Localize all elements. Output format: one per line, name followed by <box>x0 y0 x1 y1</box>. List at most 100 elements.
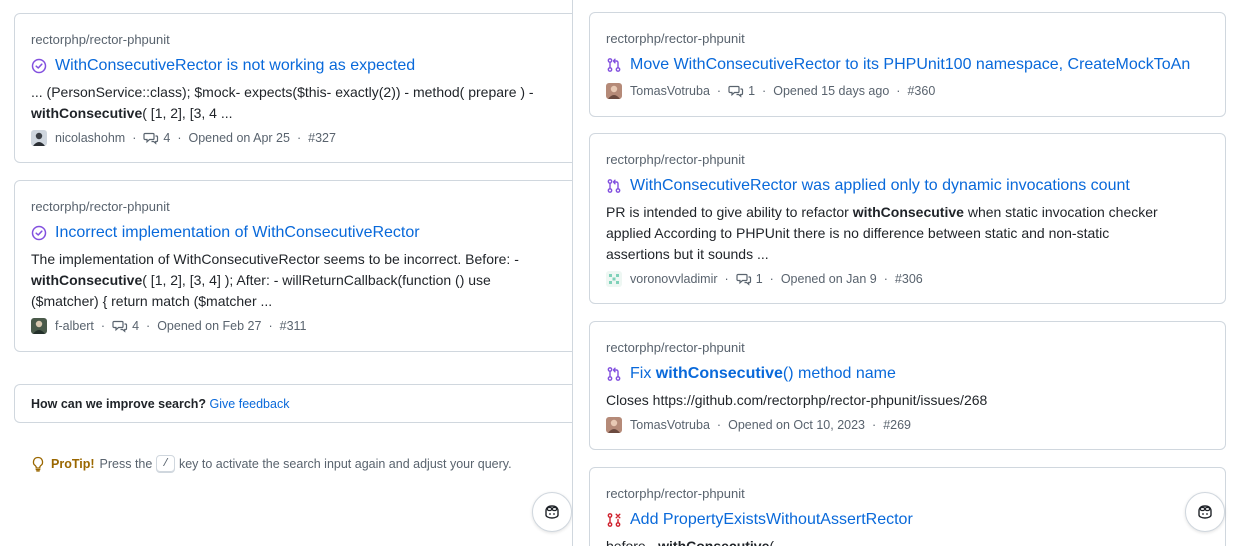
snippet-text: ( [1, 2], [3, 4 ... <box>142 105 233 121</box>
comments-number: 4 <box>163 131 171 145</box>
comments-number: 1 <box>755 272 763 286</box>
copilot-icon <box>545 505 559 519</box>
separator: · <box>872 418 877 432</box>
snippet-text: ... (PersonService::class); $mock- expec… <box>31 84 534 100</box>
issue-number: #327 <box>308 131 336 145</box>
snippet-line: withConsecutive( [1, 2], [3, 4 ... <box>31 103 567 124</box>
result-title-link[interactable]: Incorrect implementation of WithConsecut… <box>55 222 420 244</box>
snippet-text: The implementation of WithConsecutiveRec… <box>31 251 519 267</box>
slash-key: / <box>156 455 175 473</box>
issue-number: #311 <box>279 319 307 333</box>
search-result-card: rectorphp/rector-phpunit Add PropertyExi… <box>589 467 1226 546</box>
comments-number: 4 <box>132 319 140 333</box>
snippet-text: ( [1, 2], [3, 4] ); After: - willReturnC… <box>142 272 491 288</box>
opened-date: Opened on Jan 9 <box>780 272 877 286</box>
snippet-highlight: withConsecutive <box>658 538 770 546</box>
pr-number: #269 <box>883 418 911 432</box>
separator: · <box>762 84 767 98</box>
copilot-button[interactable] <box>532 492 572 532</box>
snippet-text: ($matcher) { return match ($matcher ... <box>31 293 273 309</box>
right-results-pane: rectorphp/rector-phpunit Move WithConsec… <box>572 0 1240 546</box>
title-text: Move WithConsecutiveRector to its PHPUni… <box>630 56 1191 73</box>
separator: · <box>724 272 729 286</box>
result-title-link[interactable]: Move WithConsecutiveRector to its PHPUni… <box>630 54 1190 76</box>
left-results-pane: rectorphp/rector-phpunit WithConsecutive… <box>0 0 572 546</box>
title-text: Add PropertyExistsWithoutAssertRector <box>630 511 913 528</box>
issue-closed-icon <box>31 225 47 241</box>
copilot-icon <box>1198 505 1212 519</box>
comment-icon <box>728 85 744 98</box>
separator: · <box>100 319 106 333</box>
search-feedback-box: How can we improve search? Give feedback <box>14 384 572 423</box>
avatar[interactable] <box>31 130 47 146</box>
pull-request-icon <box>607 58 621 72</box>
search-result-card: rectorphp/rector-phpunit Fix withConsecu… <box>589 321 1226 450</box>
result-meta: TomasVotruba · Opened on Oct 10, 2023 · … <box>606 417 1209 433</box>
avatar[interactable] <box>606 83 622 99</box>
issue-closed-icon <box>31 58 47 74</box>
snippet-highlight: withConsecutive <box>31 272 143 288</box>
result-snippet: Closes https://github.com/rectorphp/rect… <box>606 390 1209 411</box>
repo-name[interactable]: rectorphp/rector-phpunit <box>606 339 1209 356</box>
comments-count[interactable]: 1 <box>736 271 763 287</box>
search-result-card: rectorphp/rector-phpunit WithConsecutive… <box>589 133 1226 304</box>
light-bulb-icon <box>32 456 44 472</box>
avatar[interactable] <box>606 417 622 433</box>
separator: · <box>896 84 901 98</box>
result-title-link[interactable]: WithConsecutiveRector is not working as … <box>55 55 415 77</box>
snippet-line: applied According to PHPUnit there is no… <box>606 223 1209 244</box>
comments-count[interactable]: 4 <box>112 318 139 334</box>
separator: · <box>132 131 137 145</box>
avatar[interactable] <box>606 271 622 287</box>
author-link[interactable]: nicolashohm <box>55 131 125 145</box>
result-snippet: The implementation of WithConsecutiveRec… <box>31 249 567 312</box>
comments-count[interactable]: 4 <box>143 130 170 146</box>
snippet-line: Closes https://github.com/rectorphp/rect… <box>606 390 1209 411</box>
protip-text-before: Press the <box>99 457 153 471</box>
repo-name[interactable]: rectorphp/rector-phpunit <box>31 198 567 215</box>
result-title-link[interactable]: Add PropertyExistsWithoutAssertRector <box>630 509 913 531</box>
snippet-text: PR is intended to give ability to refact… <box>606 204 853 220</box>
repo-name[interactable]: rectorphp/rector-phpunit <box>606 30 1209 47</box>
copilot-button[interactable] <box>1185 492 1225 532</box>
search-result-card: rectorphp/rector-phpunit Move WithConsec… <box>589 12 1226 117</box>
snippet-text: ( <box>769 538 775 546</box>
pull-request-closed-icon <box>607 513 621 527</box>
protip-label: ProTip! <box>51 457 95 471</box>
snippet-line: ($matcher) { return match ($matcher ... <box>31 291 567 312</box>
author-link[interactable]: voronovvladimir <box>630 272 718 286</box>
snippet-line: before - withConsecutive( <box>606 536 1209 546</box>
title-text: () method name <box>782 365 896 382</box>
opened-date: Opened on Oct 10, 2023 <box>728 418 866 432</box>
comments-count[interactable]: 1 <box>728 83 755 99</box>
opened-date: Opened 15 days ago <box>773 84 890 98</box>
title-text: Fix <box>630 365 656 382</box>
repo-name[interactable]: rectorphp/rector-phpunit <box>606 485 1209 502</box>
snippet-text: before - <box>606 538 659 546</box>
separator: · <box>883 272 888 286</box>
repo-name[interactable]: rectorphp/rector-phpunit <box>31 31 567 48</box>
avatar[interactable] <box>31 318 47 334</box>
opened-date: Opened on Feb 27 <box>157 319 262 333</box>
pull-request-icon <box>607 367 621 381</box>
pr-number: #360 <box>907 84 936 98</box>
author-link[interactable]: f-albert <box>55 319 94 333</box>
snippet-text: assertions but it sounds ... <box>606 246 769 262</box>
result-meta: nicolashohm · 4 · Opened on Apr 25 · #32… <box>31 130 567 146</box>
snippet-highlight: withConsecutive <box>852 204 964 220</box>
opened-date: Opened on Apr 25 <box>188 131 290 145</box>
search-result-card: rectorphp/rector-phpunit WithConsecutive… <box>14 13 572 163</box>
result-title-link[interactable]: Fix withConsecutive() method name <box>630 363 896 385</box>
repo-name[interactable]: rectorphp/rector-phpunit <box>606 151 1209 168</box>
give-feedback-link[interactable]: Give feedback <box>210 397 290 411</box>
snippet-line: ... (PersonService::class); $mock- expec… <box>31 82 567 103</box>
result-title-link[interactable]: WithConsecutiveRector was applied only t… <box>630 175 1130 197</box>
comment-icon <box>143 132 159 145</box>
protip-text-after: key to activate the search input again a… <box>178 457 512 471</box>
result-snippet: PR is intended to give ability to refact… <box>606 202 1209 265</box>
search-result-card: rectorphp/rector-phpunit Incorrect imple… <box>14 180 572 352</box>
pr-number: #306 <box>894 272 923 286</box>
author-link[interactable]: TomasVotruba <box>630 84 710 98</box>
separator: · <box>146 319 151 333</box>
author-link[interactable]: TomasVotruba <box>630 418 710 432</box>
